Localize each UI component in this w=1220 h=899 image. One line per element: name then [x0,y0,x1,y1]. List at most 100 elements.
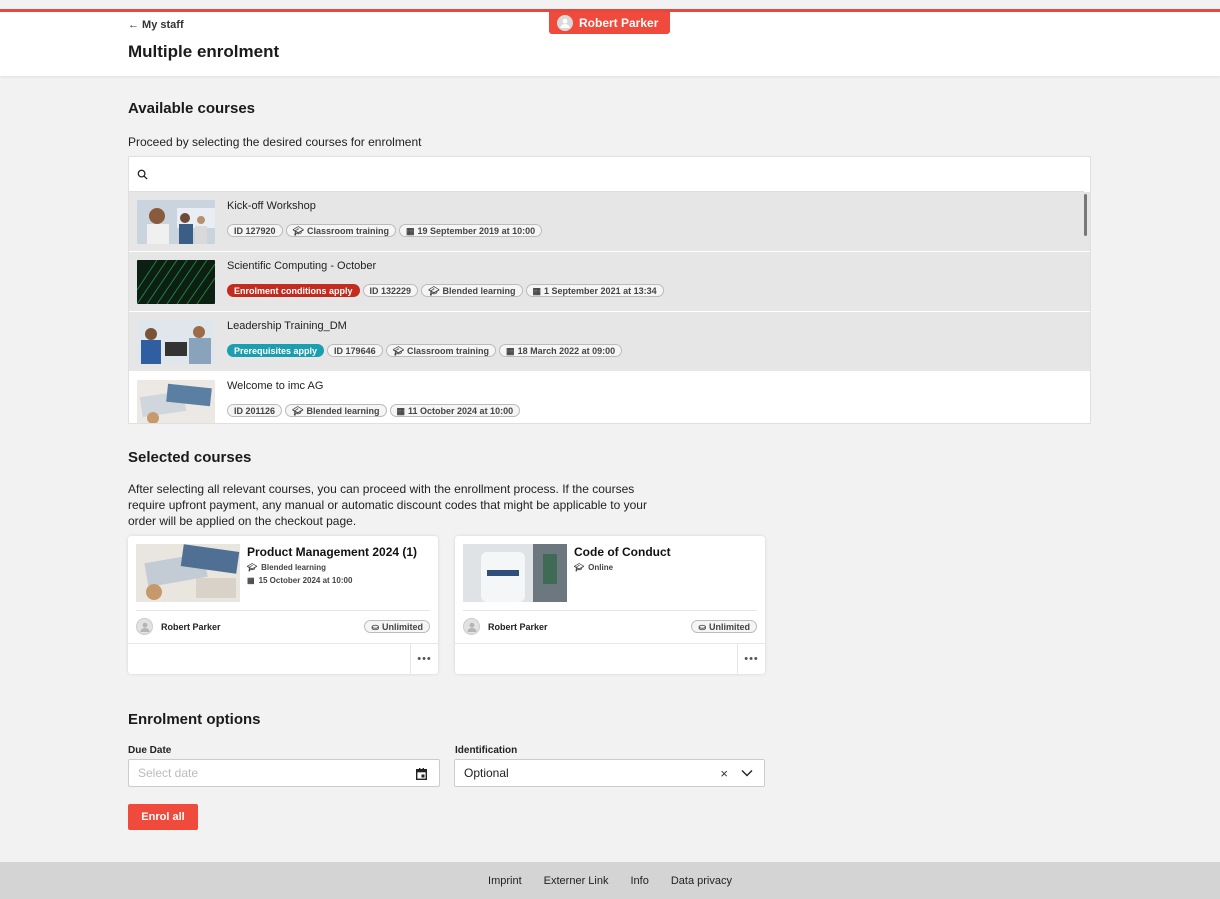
course-thumbnail [137,380,215,423]
course-thumbnail [137,200,215,244]
course-search-input[interactable] [156,167,1084,181]
clear-icon[interactable]: × [720,766,728,781]
course-id-chip: ID 201126 [227,404,283,417]
back-link-my-staff[interactable]: ← My staff [128,19,184,31]
identification-value: Optional [464,766,509,780]
seat-icon: ⛀ [371,621,379,632]
selected-course-date: ▦ 15 October 2024 at 10:00 [247,576,352,585]
available-courses-list: Kick-off Workshop ID 127920 🎓︎ Classroom … [128,156,1091,424]
current-user-name: Robert Parker [579,16,659,30]
course-date-label: 18 March 2022 at 09:00 [517,345,616,356]
graduation-cap-icon: 🎓︎ [292,405,304,416]
available-courses-description: Proceed by selecting the desired courses… [128,135,422,149]
calendar-icon: ▦ [406,225,415,236]
enrolment-options-title: Enrolment options [128,711,261,728]
course-row[interactable]: Scientific Computing - October Enrolment… [129,252,1090,312]
enrolment-conditions-badge: Enrolment conditions apply [227,284,360,297]
seats-label: Unlimited [708,621,750,632]
course-date-label: 11 October 2024 at 10:00 [408,405,514,416]
course-type-label: Blended learning [442,285,516,296]
user-avatar-icon [557,15,573,31]
due-date-label: Due Date [128,745,172,756]
user-avatar-icon [463,618,480,635]
calendar-icon: ▦ [396,405,406,416]
course-thumbnail [137,320,215,364]
more-options-button[interactable]: ••• [737,644,765,674]
selected-course-title: Code of Conduct [574,545,671,559]
course-name: Leadership Training_DM [227,320,347,332]
course-type-label: Blended learning [306,405,380,416]
course-thumbnail [463,544,567,602]
course-id-chip: ID 179646 [327,344,383,357]
current-user-badge[interactable]: Robert Parker [549,12,670,34]
page-header: ← My staff Multiple enrolment Robert Par… [0,12,1220,76]
selected-course-card: Code of Conduct 🎓︎ Online Robert Parker ⛀… [455,536,765,674]
identification-label: Identification [455,745,518,756]
graduation-cap-icon: 🎓︎ [574,563,585,572]
seats-label: Unlimited [381,621,423,632]
due-date-placeholder: Select date [138,766,199,780]
calendar-icon: ▦ [247,576,255,585]
seats-chip: ⛀ Unlimited [691,620,757,633]
course-type-label: Classroom training [306,225,389,236]
footer-link-info[interactable]: Info [630,875,648,887]
course-date-chip: ▦ 1 September 2021 at 13:34 [525,284,664,297]
graduation-cap-icon: 🎓︎ [392,345,405,356]
selected-courses-title: Selected courses [128,449,252,466]
selected-course-type-label: Online [588,563,614,572]
chevron-down-icon[interactable] [741,769,753,777]
enrolled-person: Robert Parker [136,618,221,635]
course-id-chip: ID 132229 [362,284,419,297]
course-id-chip: ID 127920 [227,224,283,237]
course-name: Scientific Computing - October [227,260,377,272]
selected-course-type-label: Blended learning [261,563,327,572]
calendar-icon[interactable] [416,768,427,780]
calendar-icon: ▦ [506,345,515,356]
course-type-chip: 🎓︎ Classroom training [385,344,497,357]
course-name: Kick-off Workshop [227,200,316,212]
footer-link-external[interactable]: Externer Link [544,875,609,887]
available-courses-title: Available courses [128,100,256,117]
user-avatar-icon [136,618,153,635]
selected-course-type: 🎓︎ Online [574,563,613,572]
page-title: Multiple enrolment [128,42,280,61]
selected-course-title: Product Management 2024 (1) [247,545,418,559]
course-date-label: 1 September 2021 at 13:34 [544,285,657,296]
course-date-chip: ▦ 19 September 2019 at 10:00 [399,224,543,237]
enrolled-person-name: Robert Parker [161,621,221,632]
graduation-cap-icon: 🎓︎ [428,285,440,296]
footer-link-data-privacy[interactable]: Data privacy [671,875,732,887]
enrolled-person: Robert Parker [463,618,548,635]
selected-course-card: Product Management 2024 (1) 🎓︎ Blended le… [128,536,438,674]
calendar-icon: ▦ [532,285,542,296]
footer-link-imprint[interactable]: Imprint [488,875,522,887]
course-type-chip: 🎓︎ Blended learning [285,404,387,417]
enrolled-person-name: Robert Parker [488,621,548,632]
course-name: Welcome to imc AG [227,380,324,392]
footer: Imprint Externer Link Info Data privacy [0,862,1220,899]
enrol-all-button[interactable]: Enrol all [128,804,198,830]
divider [136,610,430,611]
more-options-button[interactable]: ••• [410,644,438,674]
graduation-cap-icon: 🎓︎ [292,225,304,236]
graduation-cap-icon: 🎓︎ [247,563,258,572]
selected-courses-description: After selecting all relevant courses, yo… [128,482,647,528]
course-type-chip: 🎓︎ Blended learning [421,284,523,297]
seat-icon: ⛀ [698,621,706,632]
course-row[interactable]: Kick-off Workshop ID 127920 🎓︎ Classroom … [129,192,1090,252]
divider [128,643,438,644]
due-date-field[interactable]: Select date [128,759,440,787]
course-row[interactable]: Welcome to imc AG ID 201126 🎓︎ Blended le… [129,372,1090,423]
list-scrollbar[interactable] [1084,194,1087,236]
seats-chip: ⛀ Unlimited [364,620,430,633]
course-type-chip: 🎓︎ Classroom training [285,224,396,237]
course-row[interactable]: Leadership Training_DM Prerequisites app… [129,312,1090,372]
course-thumbnail [136,544,240,602]
course-thumbnail [137,260,215,304]
selected-course-date-label: 15 October 2024 at 10:00 [258,576,353,585]
course-date-label: 19 September 2019 at 10:00 [417,225,536,236]
selected-course-type: 🎓︎ Blended learning [247,563,326,572]
identification-select[interactable]: Optional × [454,759,765,787]
divider [463,610,757,611]
divider [455,643,765,644]
